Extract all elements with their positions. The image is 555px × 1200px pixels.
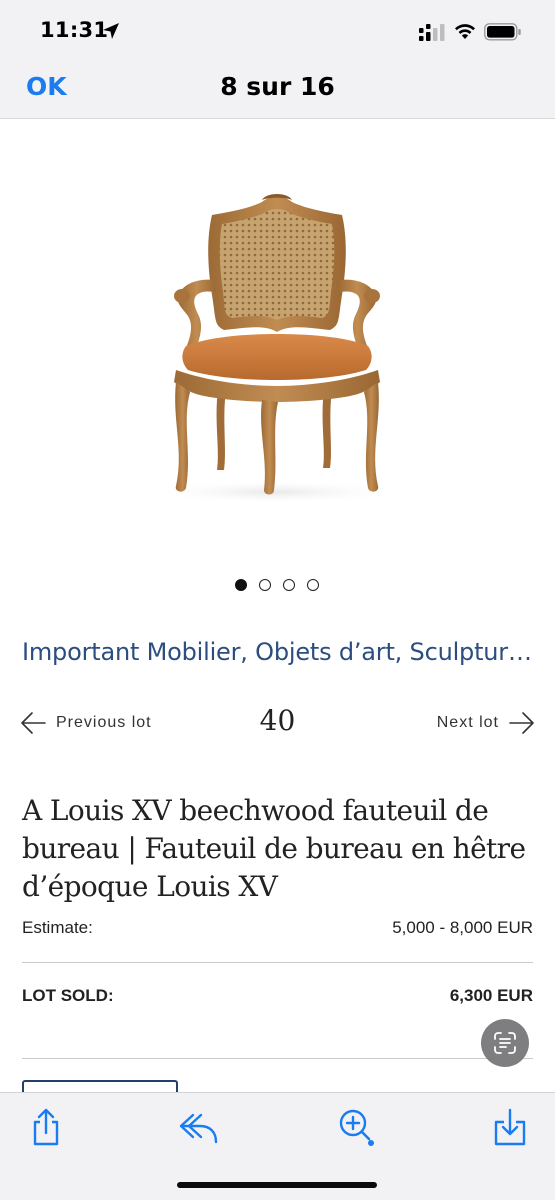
markup-button[interactable] — [336, 1107, 376, 1147]
cellular-signal-icon — [419, 24, 445, 41]
sale-title-link[interactable]: Important Mobilier, Objets d’art, Sculpt… — [22, 638, 532, 666]
share-button[interactable] — [26, 1107, 66, 1147]
lot-sold-row: LOT SOLD: 6,300 EUR — [22, 984, 533, 1010]
reply-button[interactable] — [178, 1107, 218, 1147]
next-lot-button[interactable]: Next lot — [437, 709, 535, 737]
arrow-right-icon — [509, 712, 534, 734]
save-icon — [494, 1108, 526, 1146]
lot-sold-label: LOT SOLD: — [22, 986, 114, 1005]
armchair-image — [145, 194, 405, 504]
live-text-icon — [494, 1032, 516, 1054]
carousel-dot-1[interactable] — [235, 579, 247, 591]
lot-title: A Louis XV beechwood fauteuil de bureau … — [22, 794, 526, 903]
carousel-indicator[interactable] — [233, 579, 323, 593]
divider — [22, 962, 533, 963]
estimate-value: 5,000 - 8,000 EUR — [392, 918, 533, 937]
divider — [22, 1058, 533, 1059]
markup-icon — [339, 1109, 374, 1146]
carousel-dot-2[interactable] — [259, 579, 271, 591]
location-arrow-icon — [103, 23, 119, 39]
battery-icon — [484, 23, 521, 41]
save-button[interactable] — [490, 1107, 530, 1147]
lot-photo[interactable] — [0, 120, 555, 570]
lot-sold-value: 6,300 EUR — [449, 986, 533, 1005]
share-icon — [33, 1108, 59, 1146]
lot-navigation: Previous lot 40 Next lot — [0, 700, 555, 744]
status-bar: 11:31 — [0, 0, 555, 62]
carousel-dot-3[interactable] — [283, 579, 295, 591]
nav-bar: 8 sur 16 OK — [0, 62, 555, 119]
reply-icon — [179, 1113, 218, 1144]
home-indicator[interactable] — [177, 1182, 377, 1188]
page-title: 8 sur 16 — [220, 72, 335, 101]
estimate-row: Estimate: 5,000 - 8,000 EUR — [22, 916, 533, 942]
carousel-dot-4[interactable] — [307, 579, 319, 591]
done-button[interactable]: OK — [26, 72, 67, 101]
wifi-icon — [455, 24, 475, 39]
status-time: 11:31 — [40, 18, 109, 42]
live-text-button[interactable] — [481, 1019, 529, 1067]
next-lot-label: Next lot — [436, 714, 499, 731]
estimate-label: Estimate: — [22, 918, 93, 937]
